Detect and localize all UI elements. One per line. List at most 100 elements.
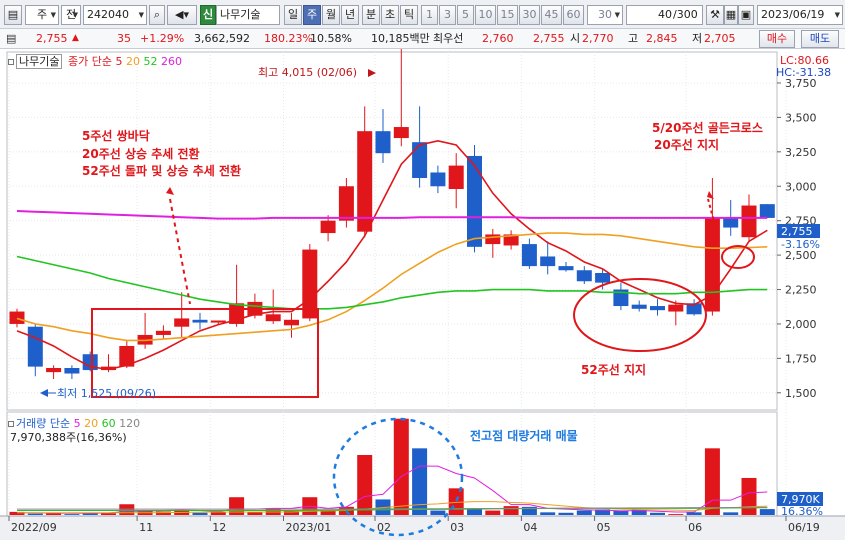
grid-icon[interactable]: ▦	[724, 5, 738, 25]
period-month[interactable]: 월	[322, 5, 340, 25]
legend-ma-label: 종가 단순	[67, 55, 112, 68]
interval-60[interactable]: 60	[563, 5, 584, 25]
volume-bar	[210, 512, 226, 515]
date-tick-label: 12	[212, 521, 226, 534]
trade-amount: 10,185백만	[371, 32, 430, 45]
price-tick-label: 3,250	[785, 146, 817, 159]
volume-bar	[155, 511, 171, 515]
volume-bar	[686, 512, 702, 515]
low-label: 저	[692, 32, 703, 45]
stock-chart[interactable]: 3,750 3,500 3,250 3,000 2,750 2,500 2,250 2,000…	[0, 49, 845, 540]
candle-body	[558, 266, 574, 271]
period-second[interactable]: 초	[381, 5, 399, 25]
volume-bar	[119, 504, 135, 515]
interval-3[interactable]: 3	[439, 5, 456, 25]
price-tick-label: 2,500	[785, 249, 817, 262]
high-note: 최고 4,015 (02/06)	[258, 66, 357, 79]
sell-button[interactable]: 매도	[801, 30, 839, 48]
high-price: 2,845	[646, 32, 678, 45]
quote-menu-icon[interactable]: ▤	[6, 29, 16, 48]
date-input[interactable]: 2023/06/19	[757, 5, 843, 25]
candle-body	[759, 204, 775, 218]
volume-bar	[723, 512, 739, 515]
interval-10[interactable]: 10	[475, 5, 496, 25]
volume-bar	[576, 510, 592, 515]
candle-body	[521, 244, 537, 267]
candle-body	[320, 220, 336, 234]
volume-bar	[357, 455, 373, 515]
interval-1[interactable]: 1	[421, 5, 438, 25]
legend-stock-name[interactable]: 나무기술	[16, 54, 63, 69]
interval-45[interactable]: 45	[541, 5, 562, 25]
stock-name-field: 나무기술	[216, 5, 280, 25]
candle-body	[9, 311, 25, 324]
price-change: 35	[117, 32, 131, 45]
volume-bar	[558, 512, 574, 515]
legend-ma-260: 260	[160, 55, 182, 68]
interval-5[interactable]: 5	[457, 5, 474, 25]
tools-icon[interactable]: ⚒	[706, 5, 724, 25]
buy-button[interactable]: 매수	[759, 30, 795, 48]
change-percent: +1.29%	[140, 32, 185, 45]
date-tick-label: 03	[450, 521, 464, 534]
interval-15[interactable]: 15	[497, 5, 518, 25]
badge-new: 신	[200, 5, 216, 25]
market-select[interactable]: 주	[25, 5, 59, 25]
volume-bar	[64, 514, 80, 515]
period-day[interactable]: 일	[284, 5, 302, 25]
period-minute[interactable]: 분	[362, 5, 380, 25]
price-tick-label: 1,750	[785, 352, 817, 365]
x-axis-band	[0, 516, 845, 540]
low-price: 2,705	[704, 32, 736, 45]
current-price: 2,755	[36, 32, 68, 45]
search-icon[interactable]: ⌕	[149, 5, 165, 25]
volume-value: 3,662,592	[194, 32, 250, 45]
candle-body	[576, 270, 592, 282]
volume-bar	[503, 506, 519, 515]
volume-bar	[27, 513, 43, 515]
sound-icon[interactable]: ◀▾	[167, 5, 197, 25]
last-volume-pct: 16.36%	[781, 505, 823, 518]
volume-last-value: 7,970,388주(16,36%)	[10, 431, 127, 444]
price-tick-label: 2,250	[785, 284, 817, 297]
best-quote-label: 최우선	[433, 32, 464, 45]
chart-canvas: 3,7503,5003,2503,0002,7502,5002,2502,000…	[0, 49, 845, 540]
turnover-rate: 10.58%	[310, 32, 352, 45]
legend-toggle-icon[interactable]	[8, 59, 14, 65]
candle-body	[467, 155, 482, 247]
volume-bar	[393, 418, 409, 515]
best-ask: 2,760	[482, 32, 514, 45]
quote-bar: ▤ 2,755 ▲ 35 +1.29% 3,662,592 180.23% 10…	[0, 29, 845, 49]
price-tick-label: 2,000	[785, 318, 817, 331]
interval-custom-select[interactable]: 30	[587, 5, 623, 25]
best-bid: 2,755	[533, 32, 565, 45]
interval-30[interactable]: 30	[519, 5, 540, 25]
candle-body	[448, 165, 464, 190]
volume-bar	[192, 512, 208, 515]
period-year[interactable]: 년	[341, 5, 359, 25]
candle-body	[210, 320, 226, 323]
save-icon[interactable]: ▣	[738, 5, 754, 25]
volume-bar	[467, 509, 482, 515]
period-tick[interactable]: 틱	[400, 5, 418, 25]
volume-bar	[668, 514, 684, 515]
last-price-tag-text: 2,755	[781, 225, 813, 238]
volume-bar	[540, 512, 556, 515]
candle-body	[485, 234, 501, 245]
candle-body	[540, 256, 556, 267]
candle-body	[393, 127, 409, 139]
stock-code-input[interactable]: 242040	[83, 5, 147, 25]
box-text-1: 5주선 쌍바닥	[82, 128, 150, 143]
candle-body	[357, 131, 373, 232]
price-tick-label: 1,500	[785, 387, 817, 400]
candle-body	[631, 304, 647, 309]
volume-text: 전고점 대량거래 매물	[470, 428, 578, 443]
support-text: 52주선 지지	[581, 362, 646, 377]
period-week[interactable]: 주	[303, 5, 321, 25]
chart-menu-icon[interactable]: ▤	[4, 5, 22, 25]
volume-bar	[430, 510, 446, 515]
volume-legend-toggle-icon[interactable]	[8, 421, 14, 427]
market2-select[interactable]: 전	[61, 5, 81, 25]
page-input[interactable]: 40	[626, 5, 674, 25]
last-pct-text: -3.16%	[781, 238, 820, 251]
